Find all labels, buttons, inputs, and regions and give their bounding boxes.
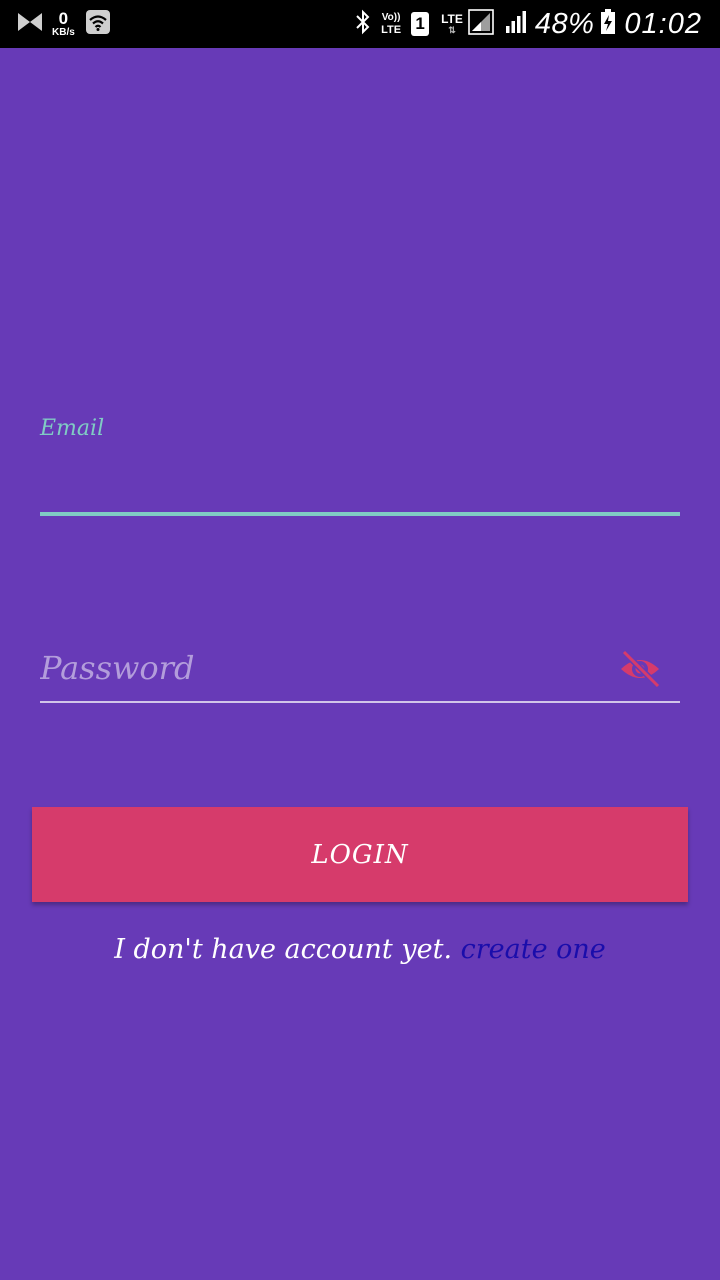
- volte-bottom: LTE: [381, 23, 402, 36]
- login-button[interactable]: LOGIN: [32, 807, 688, 902]
- signal-bars-icon: [505, 9, 529, 39]
- clock: 01:02: [624, 7, 702, 40]
- create-account-link[interactable]: create one: [461, 934, 606, 965]
- volte-indicator: Vo)) LTE: [381, 11, 402, 36]
- status-bar: 0 KB/s Vo)) LTE 1 LTE ⇅ 48% 01:02: [0, 0, 720, 48]
- volte-top: Vo)): [381, 11, 401, 23]
- battery-icon: [600, 9, 616, 39]
- password-underline: [40, 701, 680, 703]
- network-type-label: LTE: [441, 12, 463, 26]
- status-bar-left: 0 KB/s: [16, 8, 111, 40]
- signal-icon: [467, 8, 495, 40]
- eye-off-icon: [618, 649, 662, 693]
- status-bar-right: Vo)) LTE 1 LTE ⇅ 48% 01:02: [353, 6, 702, 42]
- wifi-icon: [85, 9, 111, 39]
- password-field[interactable]: [40, 640, 610, 696]
- net-speed: 0 KB/s: [52, 10, 75, 38]
- sim-slot-badge: 1: [411, 12, 430, 36]
- password-visibility-toggle[interactable]: [614, 648, 666, 694]
- email-field[interactable]: [40, 446, 680, 508]
- battery-percent: 48%: [534, 7, 595, 40]
- signup-prompt: I don't have account yet. create one: [0, 934, 720, 965]
- network-arrows: ⇅: [448, 25, 456, 35]
- net-speed-unit: KB/s: [52, 27, 75, 38]
- app-notification-icon: [16, 11, 44, 37]
- signup-text: I don't have account yet.: [114, 934, 453, 965]
- bluetooth-icon: [353, 9, 373, 39]
- email-underline: [40, 512, 680, 516]
- email-label: Email: [40, 416, 105, 441]
- net-speed-value: 0: [58, 9, 69, 28]
- network-type: LTE ⇅: [441, 13, 463, 35]
